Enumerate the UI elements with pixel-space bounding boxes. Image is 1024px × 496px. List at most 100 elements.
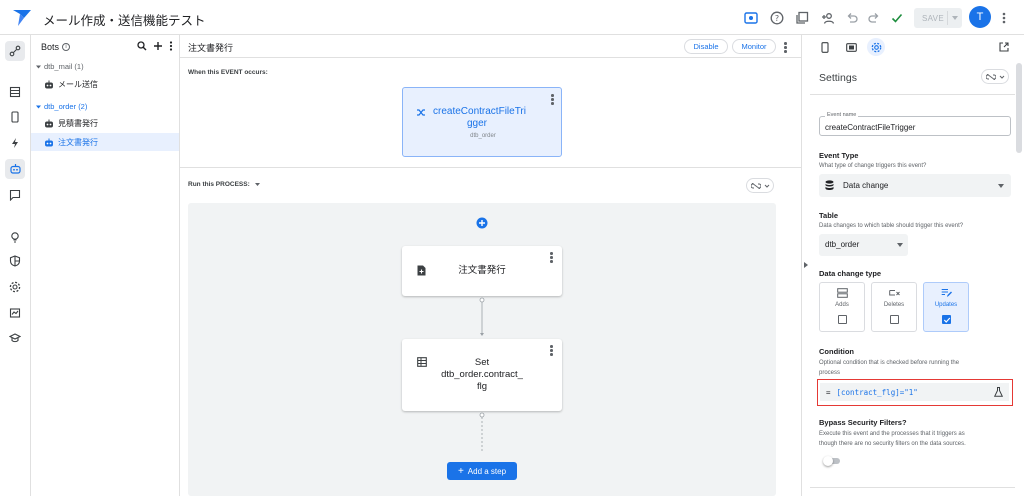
- settings-header: Settings: [810, 63, 1015, 95]
- more-vert-icon[interactable]: [169, 41, 173, 51]
- top-bar: メール作成・送信機能テスト ? SAVE T: [0, 0, 1024, 35]
- bot-item-order[interactable]: 注文書発行: [31, 133, 179, 151]
- open-external-icon[interactable]: [995, 38, 1013, 56]
- caret-down-icon: [254, 183, 260, 186]
- bypass-toggle[interactable]: [823, 456, 840, 466]
- disable-button[interactable]: Disable: [684, 39, 728, 54]
- table-rows-icon: [837, 288, 848, 298]
- bot-item-mail-send[interactable]: メール送信: [31, 75, 179, 93]
- updates-checkbox[interactable]: [942, 315, 951, 324]
- add-step-label: Add a step: [467, 466, 507, 476]
- redo-icon[interactable]: [865, 9, 883, 27]
- add-icon[interactable]: [153, 41, 163, 51]
- more-vert-icon[interactable]: [550, 345, 553, 356]
- row-delete-icon: [889, 290, 900, 296]
- condition-help: Optional condition that is checked befor…: [819, 360, 960, 376]
- undo-icon[interactable]: [843, 9, 861, 27]
- add-circle-icon[interactable]: [476, 217, 488, 229]
- condition-label: Condition: [819, 347, 854, 356]
- change-type-label: Data change type: [819, 269, 882, 278]
- panel-tabs: [810, 35, 1024, 59]
- chevron-down-icon[interactable]: [952, 16, 958, 20]
- learn-icon[interactable]: [5, 328, 25, 348]
- data-icon[interactable]: [5, 82, 25, 102]
- add-step-button[interactable]: + Add a step: [447, 462, 517, 480]
- event-type-select[interactable]: Data change: [819, 174, 1011, 197]
- bot-item-estimate[interactable]: 見積書発行: [31, 114, 179, 132]
- save-label: SAVE: [922, 13, 944, 23]
- save-button[interactable]: SAVE: [914, 8, 962, 28]
- group-dtb-order[interactable]: dtb_order (2): [35, 102, 87, 111]
- group-label: dtb_order (2): [44, 102, 88, 111]
- actions-icon[interactable]: [5, 133, 25, 153]
- intelligence-icon[interactable]: [5, 227, 25, 247]
- bot-title: 注文書発行: [188, 43, 234, 53]
- deletes-checkbox[interactable]: [890, 315, 899, 324]
- more-vert-icon[interactable]: [550, 252, 553, 263]
- appsheet-logo-icon[interactable]: [12, 9, 32, 27]
- check-icon[interactable]: [888, 9, 906, 27]
- scrollbar[interactable]: [1016, 63, 1022, 153]
- group-dtb-mail[interactable]: dtb_mail (1): [35, 62, 84, 71]
- condition-expression-field[interactable]: = [contract_flg]="1": [820, 383, 1009, 401]
- bot-item-label: メール送信: [58, 79, 98, 89]
- process-canvas: 注文書発行 Set dtb_order.contract_ flg: [188, 203, 776, 496]
- monitor-button[interactable]: Monitor: [732, 39, 776, 54]
- change-type-deletes[interactable]: Deletes: [871, 282, 917, 332]
- phone-preview-icon[interactable]: [816, 38, 834, 56]
- event-name-field[interactable]: Event name createContractFileTrigger: [819, 112, 1011, 136]
- change-type-updates[interactable]: Updates: [923, 282, 969, 332]
- step-card-document[interactable]: 注文書発行: [402, 246, 562, 296]
- process-section-label[interactable]: Run this PROCESS:: [188, 181, 261, 188]
- tablet-preview-icon[interactable]: [842, 38, 860, 56]
- app-title[interactable]: メール作成・送信機能テスト: [43, 10, 206, 29]
- search-icon[interactable]: [137, 41, 147, 51]
- section-divider: [180, 167, 801, 168]
- settings-panel: Settings Event name createContractFileTr…: [810, 35, 1024, 496]
- change-type-label: Updates: [934, 302, 958, 308]
- table-value: dtb_order: [825, 240, 860, 249]
- step-card-set-column[interactable]: Set dtb_order.contract_ flg: [402, 339, 562, 411]
- panel-collapse-handle[interactable]: [801, 35, 810, 496]
- bot-icon: [45, 119, 53, 127]
- change-type-adds[interactable]: Adds: [819, 282, 865, 332]
- security-icon[interactable]: [5, 251, 25, 271]
- automation-icon[interactable]: [5, 41, 25, 61]
- table-select[interactable]: dtb_order: [819, 234, 908, 256]
- more-vert-icon[interactable]: [551, 94, 554, 105]
- copy-icon[interactable]: [793, 9, 811, 27]
- link-toggle-button[interactable]: [746, 178, 774, 193]
- expression-prefix: =: [826, 387, 831, 397]
- link-off-icon: [985, 73, 996, 80]
- left-rail: [0, 35, 31, 496]
- editor-header: 注文書発行 Disable Monitor: [180, 35, 801, 58]
- app-views-icon[interactable]: [5, 107, 25, 127]
- settings-icon[interactable]: [5, 277, 25, 297]
- event-card[interactable]: createContractFileTri gger dtb_order: [402, 87, 562, 157]
- shuffle-icon: [417, 109, 425, 116]
- preview-icon[interactable]: [742, 9, 760, 27]
- more-vert-icon[interactable]: [995, 9, 1013, 27]
- chat-icon[interactable]: [5, 185, 25, 205]
- settings-title: Settings: [819, 72, 857, 84]
- event-name: createContractFileTri gger: [433, 106, 526, 129]
- share-user-icon[interactable]: [819, 9, 837, 27]
- step-label: Set dtb_order.contract_ flg: [441, 357, 523, 392]
- info-icon[interactable]: i: [62, 43, 71, 51]
- chevron-down-icon: [999, 75, 1004, 79]
- avatar[interactable]: T: [969, 6, 991, 28]
- link-toggle-button[interactable]: [981, 69, 1009, 84]
- event-type-value: Data change: [843, 181, 889, 190]
- bot-icon: [45, 138, 53, 146]
- arrow-right-icon: [804, 262, 808, 268]
- more-vert-icon[interactable]: [784, 42, 787, 53]
- help-icon[interactable]: ?: [768, 9, 786, 27]
- settings-tab-icon[interactable]: [867, 38, 885, 56]
- caret-down-icon: [998, 184, 1004, 188]
- bots-icon[interactable]: [5, 159, 25, 179]
- flask-icon[interactable]: [994, 387, 1003, 397]
- adds-checkbox[interactable]: [838, 315, 847, 324]
- toggle-knob: [823, 456, 833, 466]
- bypass-help: Execute this event and the processes tha…: [819, 431, 966, 447]
- monitor-icon[interactable]: [5, 303, 25, 323]
